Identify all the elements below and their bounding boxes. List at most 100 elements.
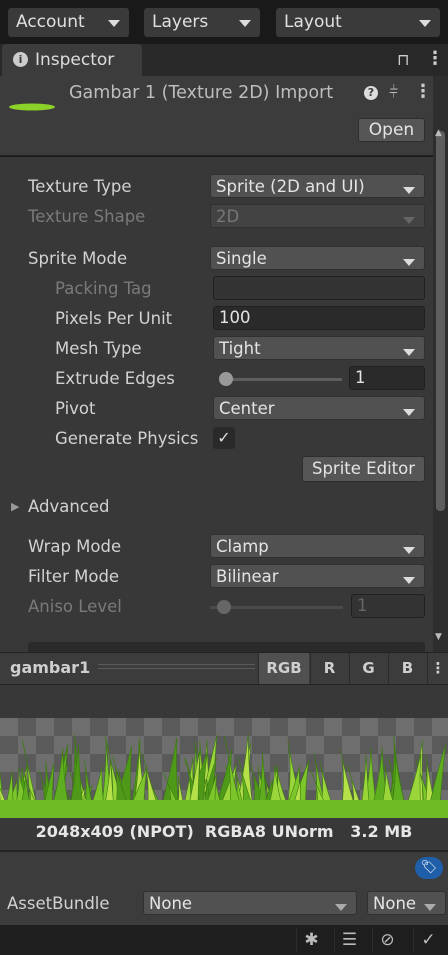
debug-off-icon[interactable]: ✱ [296,928,326,952]
chevron-down-icon [403,217,415,224]
pixels-per-unit-label: Pixels Per Unit [55,309,173,328]
presets-icon[interactable]: ⫩ [389,82,398,102]
chevron-down-icon [403,577,415,584]
checker-cell [306,718,324,736]
channel-b-button[interactable]: B [388,653,426,684]
texture-type-label: Texture Type [28,177,132,196]
channel-r-button[interactable]: R [310,653,348,684]
platform-tabs[interactable] [28,642,425,652]
chevron-down-icon [419,20,431,27]
checker-cell [252,736,270,754]
check-circle-icon[interactable]: ✓ [413,928,443,952]
chevron-down-icon [403,547,415,554]
wrap-mode-label: Wrap Mode [28,537,122,556]
extrude-edges-input[interactable]: 1 [349,366,425,390]
scroll-down-icon[interactable]: ▼ [435,632,442,642]
auto-generate-off-icon[interactable]: ⊘ [372,928,402,952]
checker-cell [270,718,288,736]
chevron-down-icon [403,349,415,356]
checker-cell [396,718,414,736]
sprite-mode-value: Single [216,249,267,268]
aniso-level-value: 1 [357,596,368,615]
asset-bundle-name-dropdown[interactable]: None [143,891,357,915]
checker-cell [342,718,360,736]
asset-bundle-label: AssetBundle [7,894,110,913]
texture-info: 2048x409 (NPOT) RGBA8 UNorm 3.2 MB [35,822,413,841]
checker-cell [18,736,36,754]
checker-cell [414,736,432,754]
pivot-dropdown[interactable]: Center [213,396,425,420]
aniso-level-label: Aniso Level [28,597,122,616]
chevron-down-icon [403,187,415,194]
checker-cell [252,754,270,772]
checker-cell [324,736,342,754]
more-icon[interactable]: ⋮ [426,48,444,69]
texture-type-dropdown[interactable]: Sprite (2D and UI) [210,174,425,198]
scrollbar-thumb[interactable] [436,131,445,511]
checker-cell [396,754,414,772]
mesh-type-dropdown[interactable]: Tight [213,336,425,360]
checker-cell [252,718,270,736]
checker-cell [360,736,378,754]
checkmark-icon: ✓ [217,428,231,447]
checker-cell [342,736,360,754]
sprite-mode-dropdown[interactable]: Single [210,246,425,270]
checker-cell [72,718,90,736]
texture-thumbnail [9,103,55,111]
lock-icon[interactable]: ⊓ [397,50,409,69]
more-icon[interactable]: ⋮ [427,653,448,684]
mesh-type-label: Mesh Type [55,339,142,358]
asset-bundle-variant-value: None [373,894,417,913]
help-icon[interactable]: ? [364,86,378,100]
generate-physics-checkbox[interactable]: ✓ [213,427,235,449]
aniso-level-input: 1 [351,594,425,618]
drag-handle[interactable] [98,664,255,669]
extrude-edges-value: 1 [355,368,366,387]
chevron-down-icon [424,904,436,911]
extrude-edges-label: Extrude Edges [55,369,175,388]
extrude-edges-slider[interactable] [220,378,342,381]
layers-label: Layers [152,12,209,32]
checker-cell [288,736,306,754]
asset-label-tag-icon[interactable]: 🏷 [415,857,443,879]
asset-bundle-variant-dropdown[interactable]: None [367,891,446,915]
foldout-arrow-icon[interactable]: ▶ [11,500,19,513]
texture-shape-value: 2D [216,207,240,226]
layout-dropdown[interactable]: Layout [276,8,440,37]
channel-label: R [323,659,336,677]
open-button[interactable]: Open [358,118,425,142]
wrap-mode-dropdown[interactable]: Clamp [210,534,425,558]
scroll-up-icon[interactable]: ▲ [435,128,442,138]
checker-cell [126,736,144,754]
sprite-editor-button[interactable]: Sprite Editor [302,456,425,482]
more-icon[interactable]: ⋮ [414,81,432,102]
extrude-edges-slider-handle[interactable] [219,372,233,386]
scrollbar[interactable]: ▲ ▼ [433,76,448,652]
checker-cell [144,718,162,736]
cache-server-icon[interactable]: ☰ [334,928,364,952]
channel-label: RGB [266,659,302,677]
tab-inspector[interactable]: i Inspector [2,44,142,76]
checker-cell [36,718,54,736]
checker-cell [324,754,342,772]
checker-cell [162,718,180,736]
wrap-mode-value: Clamp [216,537,269,556]
info-icon: i [13,52,28,67]
layers-dropdown[interactable]: Layers [144,8,260,37]
advanced-foldout[interactable]: Advanced [28,497,110,516]
channel-rgb-button[interactable]: RGB [258,653,309,684]
packing-tag-label: Packing Tag [55,279,152,298]
checker-cell [144,736,162,754]
checker-cell [36,736,54,754]
checker-cell [108,718,126,736]
checker-cell [180,718,198,736]
checker-cell [0,754,18,772]
filter-mode-dropdown[interactable]: Bilinear [210,564,425,588]
checker-cell [378,736,396,754]
channel-g-button[interactable]: G [349,653,387,684]
checker-cell [18,718,36,736]
chevron-down-icon [239,20,251,27]
chevron-down-icon [108,20,120,27]
account-dropdown[interactable]: Account [8,8,129,37]
pixels-per-unit-input[interactable]: 100 [213,306,425,330]
